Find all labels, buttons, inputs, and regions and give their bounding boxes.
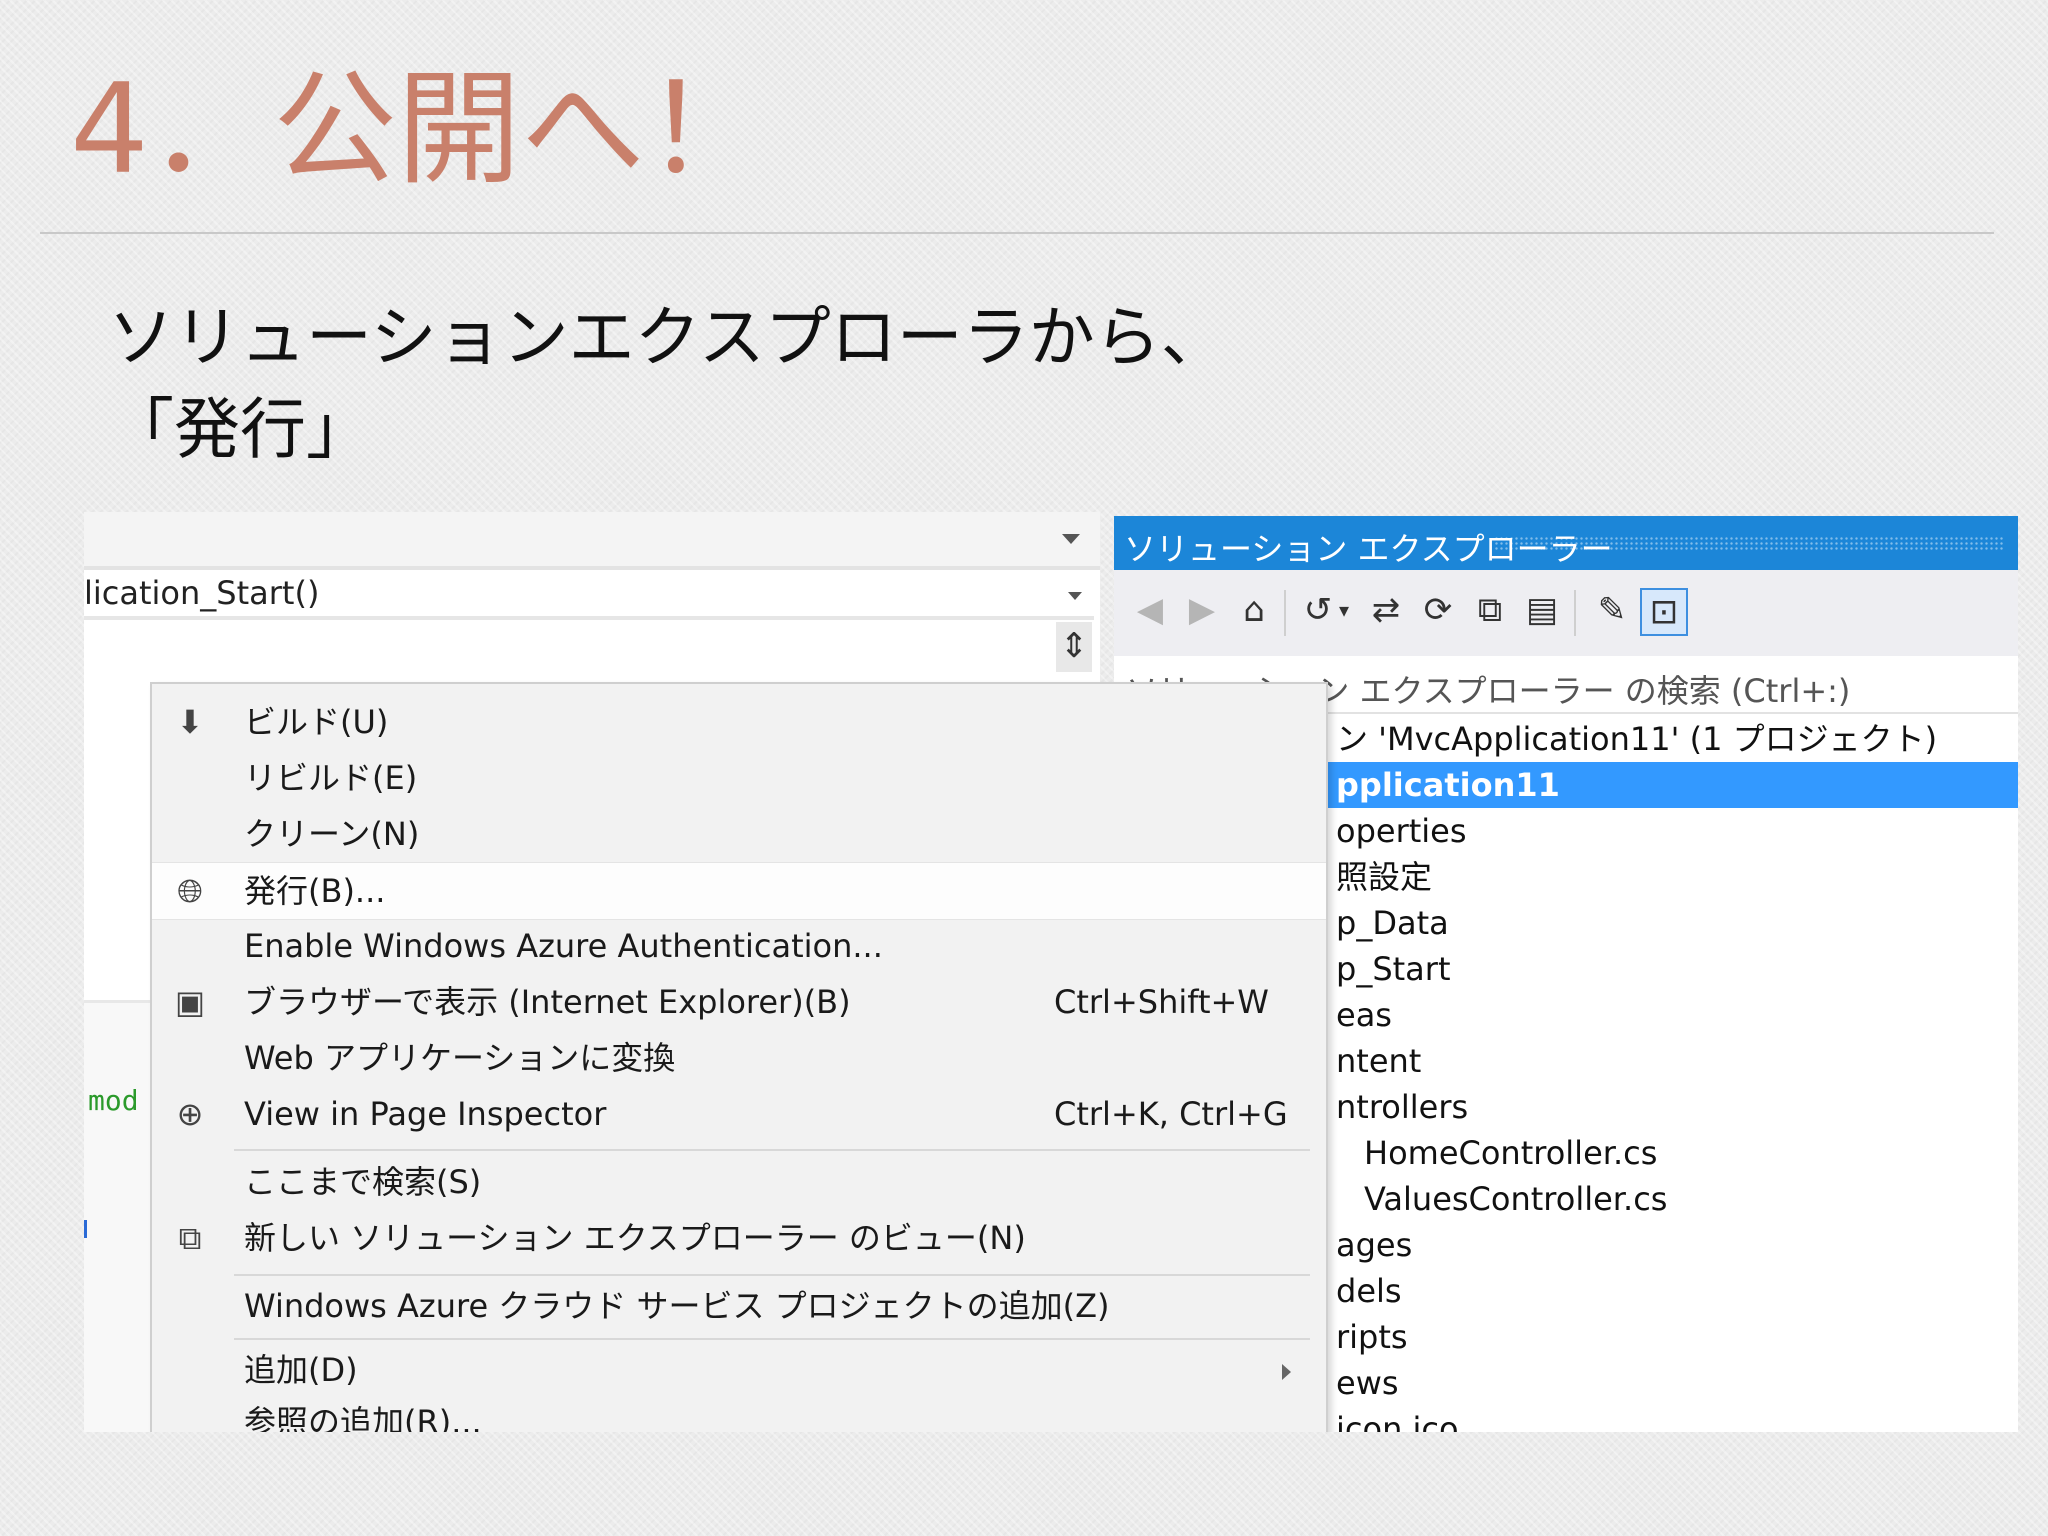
chevron-down-icon[interactable] [1068,592,1082,600]
menu-item-page-inspector[interactable]: ⊕ View in Page Inspector Ctrl+K, Ctrl+G [152,1086,1326,1142]
show-all-files-icon[interactable]: ▤ [1520,588,1564,632]
submenu-arrow-icon [1282,1364,1291,1380]
page-inspector-icon: ⊕ [176,1095,204,1133]
back-icon[interactable]: ◀ [1128,588,1172,632]
menu-separator [234,1338,1310,1340]
build-icon: ⬇ [176,703,204,741]
code-fragment: mod [88,1084,139,1117]
menu-item-clean[interactable]: クリーン(N) [152,806,1326,862]
menu-item-add-reference[interactable]: 参照の追加(R)... [152,1394,1326,1432]
menu-item-view-in-browser[interactable]: ▣ ブラウザーで表示 (Internet Explorer)(B) Ctrl+S… [152,974,1326,1030]
browser-icon: ▣ [174,983,206,1021]
menu-item-azure-auth[interactable]: Enable Windows Azure Authentication... [152,918,1326,974]
menu-item-new-explorer-view[interactable]: ⧉ 新しい ソリューション エクスプローラー のビュー(N) [152,1210,1326,1266]
titlebar-grip [1494,536,2004,550]
solution-explorer-toolbar: ◀ ▶ ⌂ ↺ ▾ ⇄ ⟳ ⧉ ▤ ✎ ⊡ [1114,570,2018,656]
properties-icon[interactable]: ✎ [1590,588,1634,632]
menu-separator [234,1274,1310,1276]
method-combo-text: lication_Start() [84,574,320,612]
subtitle-line-2: 「発行」 [108,391,372,468]
menu-item-scope-to-this[interactable]: ここまで検索(S) [152,1154,1326,1210]
editor-gutter [84,1000,150,1432]
menu-item-convert-web-app[interactable]: Web アプリケーションに変換 [152,1030,1326,1086]
refresh-icon[interactable]: ⟳ [1416,588,1460,632]
preview-icon[interactable]: ⊡ [1640,588,1688,636]
screenshot: lication_Start() ⇕ mod ソリューション エクスプローラー … [84,512,2018,1432]
sync-icon[interactable]: ⇄ [1364,588,1408,632]
menu-item-add[interactable]: 追加(D) [152,1342,1326,1398]
context-menu: ⬇ ビルド(U) リビルド(E) クリーン(N) 🌐︎ 発行(B)... Ena… [150,682,1328,1432]
slide-subtitle: ソリューションエクスプローラから、 「発行」 [108,292,1227,476]
solution-explorer-titlebar[interactable]: ソリューション エクスプローラー [1114,516,2018,570]
toolbar-separator [1284,590,1286,636]
method-combo[interactable]: lication_Start() [84,570,1094,620]
menu-item-rebuild[interactable]: リビルド(E) [152,750,1326,806]
text-caret [84,1220,87,1238]
chevron-down-icon[interactable]: ▾ [1332,588,1356,632]
new-view-icon: ⧉ [178,1219,202,1257]
title-divider [40,232,1994,234]
menu-separator [234,1149,1310,1151]
home-icon[interactable]: ⌂ [1232,588,1276,632]
editor-type-combo[interactable] [84,512,1100,570]
subtitle-line-1: ソリューションエクスプローラから、 [108,299,1227,376]
toolbar-separator [1574,590,1576,636]
menu-item-build[interactable]: ⬇ ビルド(U) [152,694,1326,750]
collapse-all-icon[interactable]: ⧉ [1468,588,1512,632]
split-view-icon[interactable]: ⇕ [1056,622,1092,672]
forward-icon[interactable]: ▶ [1180,588,1224,632]
slide-title: 4．公開へ！ [70,58,769,202]
publish-icon: 🌐︎ [177,872,203,910]
chevron-down-icon[interactable] [1062,534,1080,544]
menu-item-add-azure-project[interactable]: Windows Azure クラウド サービス プロジェクトの追加(Z) [152,1278,1326,1334]
menu-item-publish[interactable]: 🌐︎ 発行(B)... [152,862,1326,920]
